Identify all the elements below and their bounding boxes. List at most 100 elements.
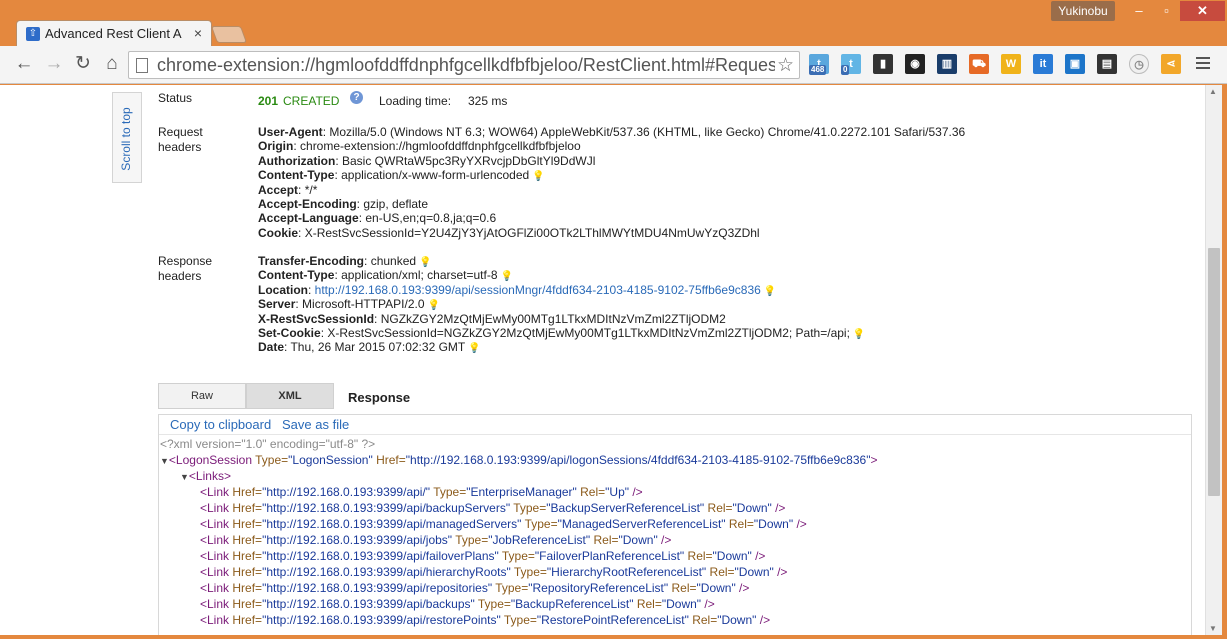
browser-tab[interactable]: ⇧ Advanced Rest Client A × [16, 20, 212, 47]
xml-tag: /> [771, 501, 786, 515]
xml-tag: <Link [200, 517, 230, 531]
xml-link-element[interactable]: <Link Href="http://192.168.0.193:9399/ap… [200, 549, 765, 564]
request-header-row: User-Agent: Mozilla/5.0 (Windows NT 6.3;… [258, 125, 966, 139]
twitter-bird-icon[interactable]: t 468 [809, 54, 829, 75]
xml-link-element[interactable]: <Link Href="http://192.168.0.193:9399/ap… [200, 533, 671, 548]
new-tab-button[interactable] [210, 26, 248, 43]
header-value: application/xml; charset=utf-8 [341, 268, 498, 283]
save-as-file-link[interactable]: Save as file [282, 417, 349, 432]
close-window-button[interactable]: ✕ [1180, 1, 1225, 21]
phone-send-icon[interactable]: ▮ [873, 54, 893, 74]
lightbulb-icon[interactable]: 💡 [853, 329, 865, 340]
xml-attr-name: Rel= [692, 613, 718, 627]
xml-tag: <Link [200, 565, 230, 579]
shopping-cart-icon[interactable]: ⛟ [969, 54, 989, 74]
minimize-button[interactable]: ‒ [1125, 1, 1153, 21]
home-icon[interactable]: ⌂ [101, 53, 123, 75]
lightbulb-icon[interactable]: 💡 [501, 271, 513, 282]
url-text: chrome-extension://hgmloofddffdnphfgcell… [157, 55, 775, 75]
film-icon[interactable]: ▤ [1097, 54, 1117, 74]
scroll-up-icon[interactable]: ▲ [1209, 87, 1217, 96]
reload-icon[interactable]: ↻ [72, 53, 94, 75]
header-name: Server [258, 297, 296, 312]
xml-attr-value: "http://192.168.0.193:9399/api/backupSer… [262, 501, 511, 515]
header-name: Accept [258, 182, 299, 197]
lightbulb-icon[interactable]: 💡 [468, 343, 480, 354]
w-icon[interactable]: W [1001, 54, 1021, 74]
xml-links[interactable]: ▼<Links> [180, 469, 231, 485]
xml-tag: <Link [200, 597, 230, 611]
header-value: chrome-extension://hgmloofddffdnphfgcell… [300, 139, 581, 154]
xml-tag: /> [773, 565, 788, 579]
address-bar[interactable]: chrome-extension://hgmloofddffdnphfgcell… [128, 51, 800, 79]
header-value: chunked [370, 254, 417, 268]
xml-attr-value: "JobReferenceList" [488, 533, 591, 547]
xml-link-element[interactable]: <Link Href="http://192.168.0.193:9399/ap… [200, 613, 770, 628]
title-bar: ⇧ Advanced Rest Client A × Yukinobu ‒ ▫ … [0, 0, 1227, 47]
header-name: Origin [258, 139, 294, 154]
share-icon[interactable]: ⋖ [1161, 54, 1181, 74]
request-headers-label: Request headers [158, 125, 203, 154]
links-tag: <Links> [188, 469, 231, 483]
xml-attr-value: "FailoverPlanReferenceList" [534, 549, 685, 563]
xml-attr-name: Href= [232, 501, 263, 515]
bar-chart-icon[interactable]: ▥ [937, 54, 957, 74]
scroll-down-icon[interactable]: ▼ [1209, 624, 1217, 633]
help-icon[interactable]: ? [350, 91, 363, 104]
collapse-triangle-icon[interactable]: ▼ [160, 456, 169, 466]
collapse-triangle-icon[interactable]: ▼ [180, 472, 189, 482]
xml-link-element[interactable]: <Link Href="http://192.168.0.193:9399/ap… [200, 501, 785, 516]
scroll-to-top-button[interactable]: Scroll to top [112, 92, 142, 183]
header-name: Date [258, 340, 285, 355]
response-header-row: X-RestSvcSessionId: NGZkZGY2MzQtMjEwMy00… [258, 311, 726, 326]
copy-to-clipboard-link[interactable]: Copy to clipboard [170, 417, 271, 432]
tab-xml[interactable]: XML [246, 383, 334, 409]
tab-close-icon[interactable]: × [191, 25, 205, 41]
lightbulb-icon[interactable]: 💡 [764, 286, 776, 297]
it-icon[interactable]: it [1033, 54, 1053, 74]
xml-attr-name: Rel= [687, 549, 713, 563]
chrome-menu-icon[interactable] [1193, 54, 1213, 74]
request-header-row: Accept-Encoding: gzip, deflate [258, 197, 429, 211]
lightbulb-icon[interactable]: 💡 [532, 171, 544, 182]
xml-attr-value: "http://192.168.0.193:9399/api/restorePo… [262, 613, 501, 627]
scroll-thumb[interactable] [1208, 248, 1220, 496]
tab-raw[interactable]: Raw [158, 383, 246, 409]
xml-attr-name: Rel= [671, 581, 697, 595]
status-code: 201 [258, 94, 279, 108]
xml-actions-bar: Copy to clipboard Save as file [159, 415, 1191, 435]
maximize-button[interactable]: ▫ [1153, 1, 1180, 21]
lightbulb-icon[interactable]: 💡 [428, 300, 440, 311]
xml-attr-name: Rel= [728, 517, 754, 531]
xml-attr-value: "http://192.168.0.193:9399/api/hierarchy… [262, 565, 511, 579]
xml-attr-name: Href= [232, 549, 263, 563]
xml-link-element[interactable]: <Link Href="http://192.168.0.193:9399/ap… [200, 581, 749, 596]
lightbulb-icon[interactable]: 💡 [419, 257, 431, 268]
xml-attr-name: Rel= [593, 533, 619, 547]
page-icon [136, 58, 148, 73]
xml-attr-value: "http://192.168.0.193:9399/api/repositor… [262, 581, 493, 595]
bookmark-star-icon[interactable]: ☆ [777, 54, 794, 77]
xml-logon-session[interactable]: ▼<LogonSession Type="LogonSession" Href=… [160, 453, 877, 469]
xml-attr-name: Type= [513, 565, 547, 579]
xml-link-element[interactable]: <Link Href="http://192.168.0.193:9399/ap… [200, 517, 807, 532]
profile-user-badge[interactable]: Yukinobu [1051, 1, 1115, 21]
xml-viewer: Copy to clipboard Save as file <?xml ver… [158, 414, 1192, 635]
xml-link-element[interactable]: <Link Href="http://192.168.0.193:9399/ap… [200, 565, 787, 580]
xml-link-element[interactable]: <Link Href="http://192.168.0.193:9399/ap… [200, 597, 715, 612]
page-scrollbar[interactable]: ▲ ▼ [1205, 85, 1222, 635]
color-wheel-icon[interactable]: ◉ [905, 54, 925, 74]
forward-icon[interactable]: → [43, 53, 65, 75]
xml-attr-name: Type= [455, 533, 489, 547]
twitter-bird-icon[interactable]: t0 [841, 54, 861, 75]
screen-icon[interactable]: ▣ [1065, 54, 1085, 74]
xml-tag: <Link [200, 533, 230, 547]
response-view-tabs: Raw XML [158, 383, 334, 409]
request-header-row: Origin: chrome-extension://hgmloofddffdn… [258, 139, 581, 154]
xml-link-element[interactable]: <Link Href="http://192.168.0.193:9399/ap… [200, 485, 643, 500]
response-title: Response [348, 390, 411, 405]
xml-attr-value: "Down" [712, 549, 752, 563]
header-value[interactable]: http://192.168.0.193:9399/api/sessionMng… [315, 283, 761, 297]
clock-icon[interactable]: ◷ [1129, 54, 1149, 74]
back-icon[interactable]: ← [13, 53, 35, 75]
